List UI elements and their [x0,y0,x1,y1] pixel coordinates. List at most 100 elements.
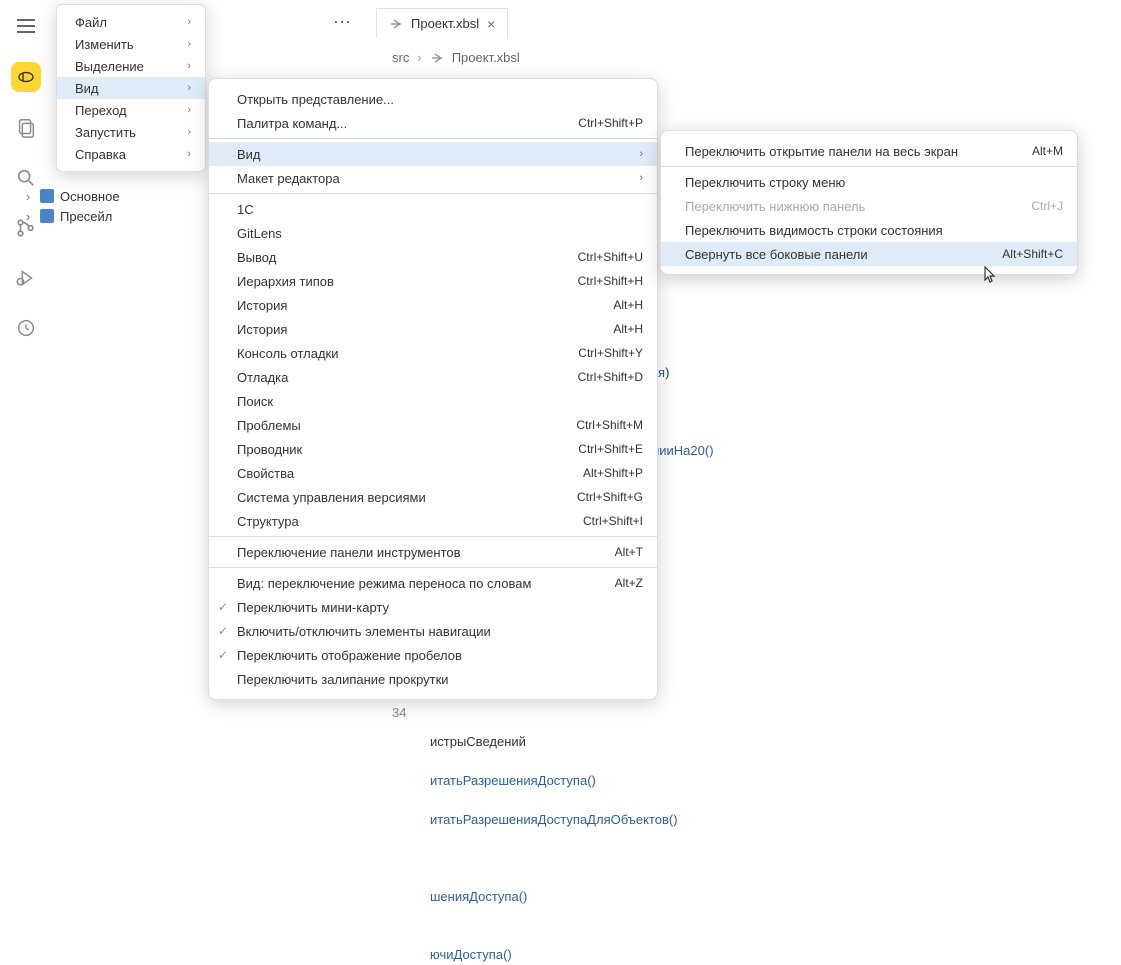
chevron-right-icon: › [187,16,191,28]
menu-item[interactable]: Вид› [209,142,657,166]
menu-item[interactable]: Переключить открытие панели на весь экра… [661,139,1077,163]
chevron-right-icon: › [187,82,191,94]
chevron-right-icon: › [187,38,191,50]
menu-item[interactable]: ПроводникCtrl+Shift+E [209,437,657,461]
tab-label: Проект.xbsl [411,16,479,31]
menu-item[interactable]: Палитра команд...Ctrl+Shift+P [209,111,657,135]
breadcrumb[interactable]: src › Проект.xbsl [392,50,520,65]
more-actions-icon[interactable]: ⋯ [333,12,352,33]
tree-item[interactable]: › Пресейл [22,206,120,226]
menu-item[interactable]: Вид: переключение режима переноса по сло… [209,571,657,595]
run-debug-icon[interactable] [12,264,40,292]
chevron-right-icon: › [187,148,191,160]
chevron-right-icon: › [639,148,643,160]
menu-item[interactable]: Поиск [209,389,657,413]
shortcut-label: Alt+Z [615,576,643,590]
menu-item[interactable]: Выделение› [57,55,205,77]
shortcut-label: Alt+H [613,298,643,312]
appearance-submenu: Переключить открытие панели на весь экра… [660,130,1078,275]
pointer-cursor-icon [978,266,998,286]
chevron-right-icon: › [187,60,191,72]
menu-item[interactable]: ОтладкаCtrl+Shift+D [209,365,657,389]
shortcut-label: Alt+Shift+P [583,466,643,480]
shortcut-label: Ctrl+Shift+Y [578,346,643,360]
menu-separator [661,166,1077,167]
view-submenu: Открыть представление...Палитра команд..… [208,78,658,700]
explorer-tree: › Основное › Пресейл [22,186,120,226]
menu-item[interactable]: GitLens [209,221,657,245]
explorer-icon[interactable] [12,114,40,142]
hamburger-menu-icon[interactable] [12,12,40,40]
close-icon[interactable]: × [487,16,495,32]
menu-item[interactable]: 1C [209,197,657,221]
menu-item[interactable]: Свернуть все боковые панелиAlt+Shift+C [661,242,1077,266]
menu-separator [209,536,657,537]
menu-item[interactable]: Иерархия типовCtrl+Shift+H [209,269,657,293]
shortcut-label: Ctrl+Shift+I [583,514,643,528]
shortcut-label: Alt+T [615,545,643,559]
chevron-right-icon: › [22,189,34,204]
menu-item[interactable]: ИсторияAlt+H [209,293,657,317]
tree-item-label: Пресейл [60,209,112,224]
module-icon [40,189,54,203]
menu-item[interactable]: Консоль отладкиCtrl+Shift+Y [209,341,657,365]
menu-item[interactable]: Файл› [57,11,205,33]
activity-bar [0,0,52,722]
product-logo[interactable] [11,62,41,92]
menu-separator [209,193,657,194]
menu-item[interactable]: ВыводCtrl+Shift+U [209,245,657,269]
menu-item[interactable]: Переключить залипание прокрутки [209,667,657,691]
shortcut-label: Ctrl+Shift+P [578,116,643,130]
chevron-right-icon: › [187,126,191,138]
shortcut-label: Ctrl+Shift+G [577,490,643,504]
tree-item-label: Основное [60,189,120,204]
menu-item[interactable]: ✓Переключить отображение пробелов [209,643,657,667]
shortcut-label: Alt+M [1032,144,1063,158]
shortcut-label: Ctrl+Shift+E [578,442,643,456]
tree-item[interactable]: › Основное [22,186,120,206]
module-icon [40,209,54,223]
main-menu: Файл›Изменить›Выделение›Вид›Переход›Запу… [56,4,206,172]
menu-item[interactable]: ПроблемыCtrl+Shift+M [209,413,657,437]
shortcut-label: Ctrl+Shift+U [578,250,643,264]
check-icon: ✓ [218,624,228,638]
shortcut-label: Ctrl+J [1031,199,1063,213]
menu-separator [209,567,657,568]
menu-item[interactable]: Переключение панели инструментовAlt+T [209,540,657,564]
breadcrumb-item[interactable]: Проект.xbsl [452,50,520,65]
check-icon: ✓ [218,648,228,662]
menu-item[interactable]: ИсторияAlt+H [209,317,657,341]
menu-item[interactable]: ✓Переключить мини-карту [209,595,657,619]
editor-tabs: Проект.xbsl × [376,8,508,38]
check-icon: ✓ [218,600,228,614]
shortcut-label: Alt+H [613,322,643,336]
menu-item[interactable]: Открыть представление... [209,87,657,111]
shortcut-label: Ctrl+Shift+H [578,274,643,288]
menu-item: Переключить нижнюю панельCtrl+J [661,194,1077,218]
menu-item[interactable]: Система управления версиямиCtrl+Shift+G [209,485,657,509]
timeline-icon[interactable] [12,314,40,342]
breadcrumb-item[interactable]: src [392,50,409,65]
file-icon [430,51,444,65]
shortcut-label: Ctrl+Shift+D [578,370,643,384]
menu-item[interactable]: Запустить› [57,121,205,143]
menu-item[interactable]: Вид› [57,77,205,99]
menu-item[interactable]: Справка› [57,143,205,165]
shortcut-label: Alt+Shift+C [1002,247,1063,261]
file-icon [389,17,403,31]
line-number: 34 [392,703,406,722]
menu-item[interactable]: СвойстваAlt+Shift+P [209,461,657,485]
menu-item[interactable]: Изменить› [57,33,205,55]
menu-item[interactable]: Макет редактора› [209,166,657,190]
chevron-right-icon: › [22,209,34,224]
menu-separator [209,138,657,139]
menu-item[interactable]: СтруктураCtrl+Shift+I [209,509,657,533]
menu-item[interactable]: ✓Включить/отключить элементы навигации [209,619,657,643]
shortcut-label: Ctrl+Shift+M [576,418,643,432]
chevron-right-icon: › [639,172,643,184]
chevron-right-icon: › [187,104,191,116]
editor-tab[interactable]: Проект.xbsl × [376,8,508,38]
menu-item[interactable]: Переход› [57,99,205,121]
menu-item[interactable]: Переключить строку меню [661,170,1077,194]
menu-item[interactable]: Переключить видимость строки состояния [661,218,1077,242]
